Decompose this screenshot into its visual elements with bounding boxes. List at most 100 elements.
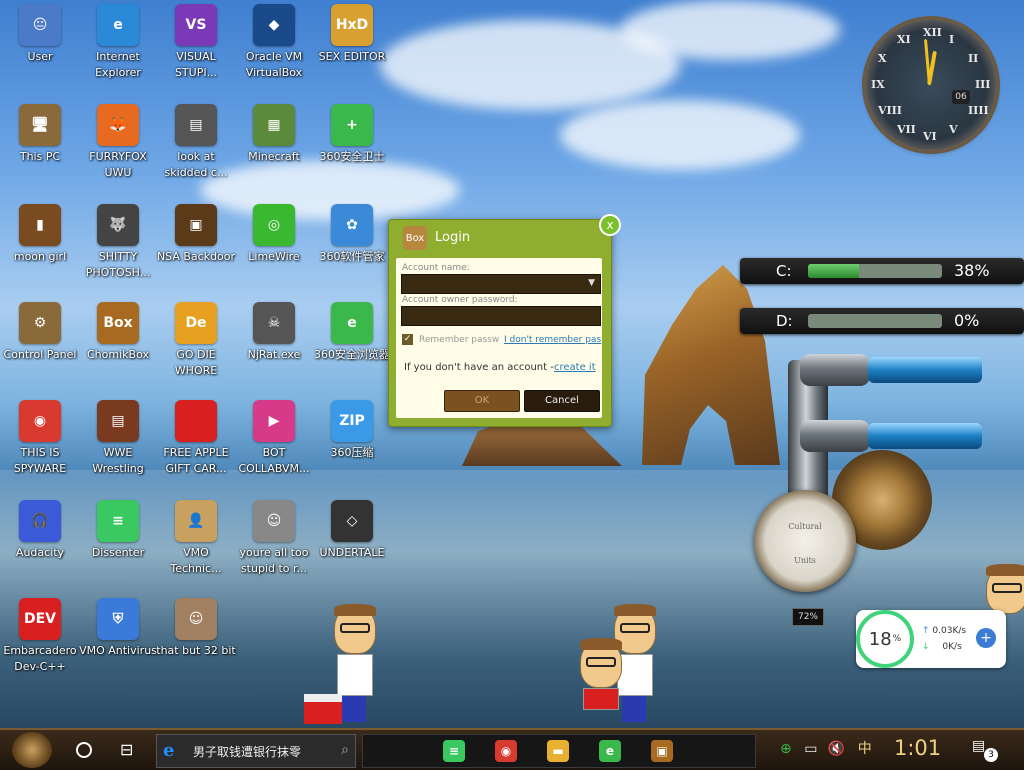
icon-label: Internet Explorer [95, 50, 141, 79]
cancel-button[interactable]: Cancel [524, 390, 600, 412]
desktop-icon[interactable]: ▣ NSA Backdoor [156, 204, 236, 265]
desktop-icon[interactable]: ☺ that but 32 bit [156, 598, 236, 659]
notification-count: 3 [984, 748, 998, 762]
drive-meter: D: 0% [740, 308, 1024, 334]
taskbar-app-chrome[interactable]: ◉ [495, 740, 517, 762]
desktop-icon[interactable]: 🐺 SHITTY PHOTOSH... [78, 204, 158, 281]
task-view-icon[interactable]: ⊟ [120, 740, 133, 759]
password-label: Account owner password: [402, 295, 518, 305]
app-icon: ▦ [253, 104, 295, 146]
icon-label: VISUAL STUPI... [174, 50, 218, 79]
taskbar: ⊟ e 男子取钱遭银行抹零 ⌕ ≡ ◉ ▬ e ▣ ⊕ ▭ 🔇 中 1:01 ▤ 3 [0, 728, 1024, 770]
desktop-icon[interactable]: ▮ moon girl [0, 204, 80, 265]
taskbar-app-360-browser[interactable]: e [599, 740, 621, 762]
sea-arch-rock [642, 265, 780, 465]
gauge-counter: 72% [792, 608, 824, 626]
desktop-icon[interactable]: ≡ Dissenter [78, 500, 158, 561]
desktop-icon[interactable]: ◉ THIS IS SPYWARE [0, 400, 80, 477]
desktop-icon[interactable]: ◎ LimeWire [234, 204, 314, 265]
desktop-icon[interactable]: ☺ youre all too stupid to r... [234, 500, 314, 577]
icon-label: 360压缩 [330, 446, 374, 459]
create-account-link[interactable]: create it [554, 362, 596, 373]
volume-muted-icon[interactable]: 🔇 [828, 741, 845, 757]
desktop-icon[interactable]: e 360安全浏览器 [312, 302, 392, 363]
desktop-icon[interactable]: ◇ UNDERTALE [312, 500, 392, 561]
app-icon: ◇ [331, 500, 373, 542]
forgot-password-link[interactable]: I don't remember pas [504, 335, 601, 345]
network-tray-icon[interactable]: ⊕ [780, 741, 792, 757]
desktop-icon[interactable]: ▦ Minecraft [234, 104, 314, 165]
dialog-title: Login [435, 230, 471, 245]
remember-checkbox[interactable]: ✓ [402, 334, 413, 345]
desktop-icon[interactable]: ☠ NjRat.exe [234, 302, 314, 363]
desktop-icon[interactable]: ⚙ Control Panel [0, 302, 80, 363]
drive-usage-bar [808, 264, 942, 278]
icon-label: WWE Wrestling [92, 446, 144, 475]
icon-label: look at skidded c... [164, 150, 228, 179]
app-icon: 🖥 [19, 104, 61, 146]
app-icon: ≡ [97, 500, 139, 542]
app-icon: De [175, 302, 217, 344]
icon-label: ChomikBox [87, 348, 149, 361]
login-dialog: Box Login x Account name: ▼ Account owne… [388, 214, 621, 427]
desktop-icon[interactable]: ⛨ VMO Antivirus [78, 598, 158, 659]
notification-icon[interactable]: ▤ 3 [972, 738, 998, 762]
tube-2 [868, 423, 982, 449]
app-icon: ☺ [175, 598, 217, 640]
desktop-icon[interactable]: VS VISUAL STUPI... [156, 4, 236, 81]
clock-numeral: VIII [877, 104, 902, 117]
app-icon: 👤 [175, 500, 217, 542]
monitor-icon[interactable]: ▭ [804, 741, 817, 757]
taskbar-app-dissenter[interactable]: ≡ [443, 740, 465, 762]
app-icon: ◎ [253, 204, 295, 246]
desktop-icon[interactable]: DEV Embarcadero Dev-C++ [0, 598, 80, 675]
icon-label: 360安全卫士 [319, 150, 385, 163]
desktop-icon[interactable]: HxD SEX EDITOR [312, 4, 392, 65]
clock-numeral: IX [871, 78, 885, 91]
desktop-icon[interactable]: e Internet Explorer [78, 4, 158, 81]
taskbar-app-chomikbox[interactable]: ▣ [651, 740, 673, 762]
desktop-icon[interactable]: ▶ BOT COLLABVM... [234, 400, 314, 477]
start-button[interactable] [12, 732, 52, 768]
search-icon[interactable]: ⌕ [341, 742, 349, 758]
account-name-combobox[interactable]: ▼ [401, 274, 601, 294]
icon-label: THIS IS SPYWARE [13, 446, 67, 475]
remember-label: Remember passw [419, 335, 500, 345]
ok-button[interactable]: OK [444, 390, 520, 412]
desktop-icon[interactable]: +360安全卫士 [312, 104, 392, 165]
app-icon: VS [175, 4, 217, 46]
desktop-icon[interactable]: 🖥 This PC [0, 104, 80, 165]
app-icon: HxD [331, 4, 373, 46]
close-button[interactable]: x [599, 214, 621, 236]
desktop-icon[interactable]: De GO DIE WHORE [156, 302, 236, 379]
password-field[interactable] [401, 306, 601, 326]
app-icon: ⛨ [97, 598, 139, 640]
desktop-icon[interactable]: Box ChomikBox [78, 302, 158, 363]
cortana-icon[interactable] [76, 742, 92, 758]
desktop-icon[interactable]: ▤ WWE Wrestling [78, 400, 158, 477]
icon-label: NjRat.exe [247, 348, 301, 361]
desktop-icon[interactable]: ✿ 360软件管家 [312, 204, 392, 265]
desktop-icon[interactable]: ZIP 360压缩 [312, 400, 392, 461]
chevron-down-icon[interactable]: ▼ [588, 278, 595, 288]
desktop-icon[interactable]: FREE APPLE GIFT CAR... [156, 400, 236, 477]
desktop-icon[interactable]: 🦊 FURRYFOX UWU [78, 104, 158, 181]
icon-label: User [27, 50, 53, 63]
icon-label: VMO Antivirus [79, 644, 157, 657]
desktop-icon[interactable]: 🎧 Audacity [0, 500, 80, 561]
icon-label: UNDERTALE [319, 546, 385, 559]
add-icon[interactable]: + [976, 628, 996, 648]
desktop-icon[interactable]: 😐 User [0, 4, 80, 65]
taskbar-clock[interactable]: 1:01 [894, 736, 941, 760]
login-form: Account name: ▼ Account owner password: … [396, 258, 602, 418]
icon-label: LimeWire [248, 250, 300, 263]
search-box[interactable]: e 男子取钱遭银行抹零 ⌕ [156, 734, 356, 768]
icon-label: FURRYFOX UWU [89, 150, 147, 179]
gauge-unit: Units [794, 556, 816, 565]
drive-label: D: [776, 312, 793, 330]
taskbar-app-explorer[interactable]: ▬ [547, 740, 569, 762]
input-method-indicator[interactable]: 中 [858, 741, 872, 757]
desktop-icon[interactable]: ▤ look at skidded c... [156, 104, 236, 181]
desktop-icon[interactable]: ◆ Oracle VM VirtualBox [234, 4, 314, 81]
desktop-icon[interactable]: 👤 VMO Technic... [156, 500, 236, 577]
